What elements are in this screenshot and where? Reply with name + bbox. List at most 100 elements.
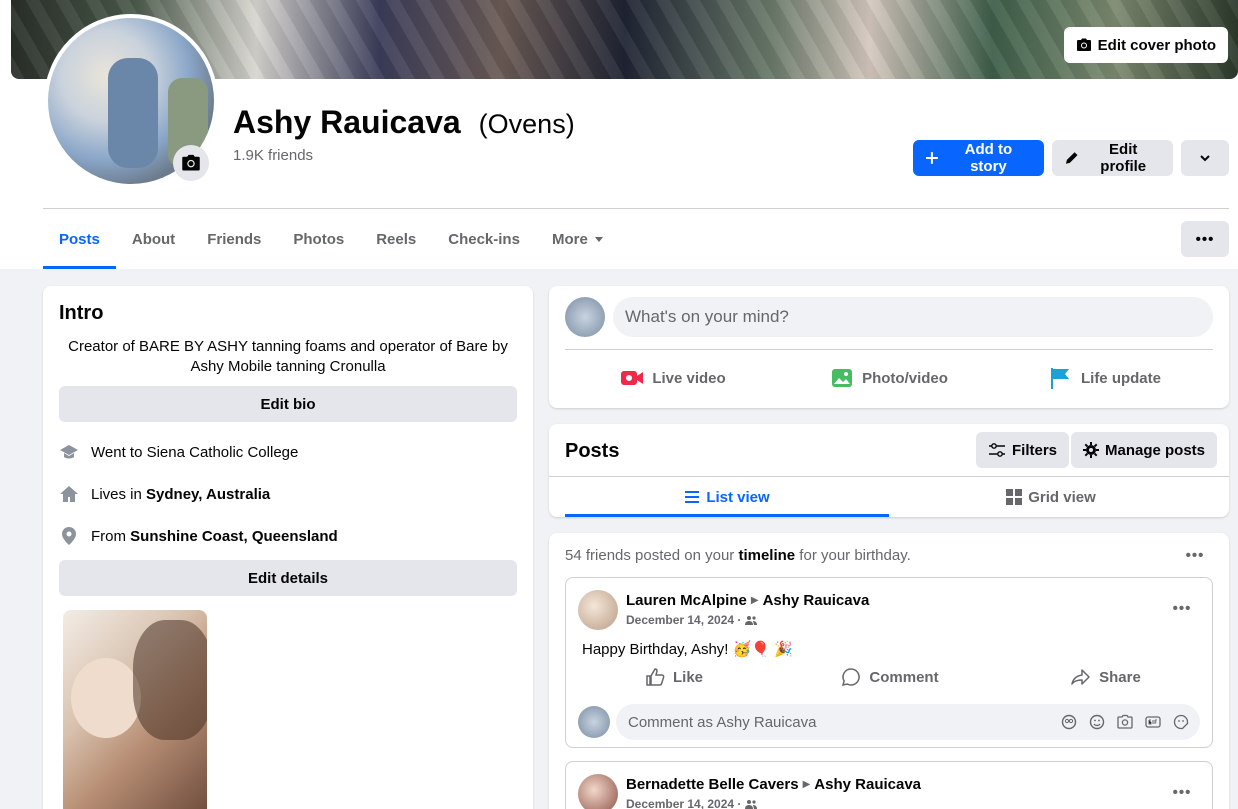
post-date-link[interactable]: December 14, 2024 · xyxy=(626,797,741,809)
grid-icon xyxy=(1006,489,1023,505)
composer-actions: Live video Photo/video Life update xyxy=(565,356,1213,400)
thumbs-up-icon xyxy=(646,668,665,686)
list-view-tab[interactable]: List view xyxy=(565,477,889,517)
intro-detail-lives: Lives in Sydney, Australia xyxy=(59,484,270,504)
tab-about[interactable]: About xyxy=(116,209,191,269)
tab-more[interactable]: More xyxy=(536,209,620,269)
photo-video-button[interactable]: Photo/video xyxy=(781,356,997,400)
posts-header-card: Posts Filters Manage posts List view Gri… xyxy=(549,424,1229,517)
edit-cover-photo-button[interactable]: Edit cover photo xyxy=(1063,27,1228,63)
gear-icon xyxy=(1083,442,1099,458)
share-label: Share xyxy=(1099,668,1141,686)
friends-count-link[interactable]: 1.9K friends xyxy=(233,147,575,164)
edit-details-button[interactable]: Edit details xyxy=(59,560,517,596)
sticker-icon[interactable] xyxy=(1172,713,1190,731)
tab-friends[interactable]: Friends xyxy=(191,209,277,269)
birthday-options-button[interactable]: ••• xyxy=(1179,539,1211,571)
intro-detail-from: From Sunshine Coast, Queensland xyxy=(59,526,338,546)
camera-icon[interactable] xyxy=(1116,713,1134,731)
birthday-posts-card: 54 friends posted on your timeline for y… xyxy=(549,533,1229,809)
tab-check-ins[interactable]: Check-ins xyxy=(432,209,536,269)
profile-name-text: Ashy Rauicava xyxy=(233,104,461,140)
more-dots-icon: ••• xyxy=(1195,230,1215,248)
update-profile-picture-button[interactable] xyxy=(173,145,209,181)
composer-avatar[interactable] xyxy=(565,297,605,337)
filter-sliders-icon xyxy=(989,443,1005,457)
more-dots-icon: ••• xyxy=(1172,783,1192,801)
profile-tabs: Posts About Friends Photos Reels Check-i… xyxy=(43,209,620,269)
edit-profile-label: Edit profile xyxy=(1100,141,1147,175)
arrow-right-icon: ▶ xyxy=(750,595,759,606)
school-text: Went to Siena Catholic College xyxy=(91,443,299,461)
post-author-avatar[interactable] xyxy=(578,774,618,809)
list-view-label: List view xyxy=(706,488,770,506)
post-date-link[interactable]: December 14, 2024 · xyxy=(626,613,741,627)
grid-view-tab[interactable]: Grid view xyxy=(889,477,1213,517)
commenter-avatar[interactable] xyxy=(578,706,610,738)
composer-divider xyxy=(565,349,1213,350)
avatar-sticker-icon[interactable] xyxy=(1060,713,1078,731)
filters-button[interactable]: Filters xyxy=(976,432,1070,468)
intro-title: Intro xyxy=(59,302,104,324)
tab-more-label: More xyxy=(551,230,588,248)
pencil-icon xyxy=(1065,152,1078,164)
edit-cover-label: Edit cover photo xyxy=(1097,36,1216,54)
intro-bio: Creator of BARE BY ASHY tanning foams an… xyxy=(68,338,508,375)
manage-posts-label: Manage posts xyxy=(1105,441,1206,459)
post-target-link[interactable]: Ashy Rauicava xyxy=(814,776,921,793)
profile-header: Edit cover photo Ashy Rauicava (Ovens) 1… xyxy=(0,0,1238,269)
whats-on-your-mind-input[interactable]: What's on your mind? xyxy=(613,297,1213,337)
comment-button[interactable]: Comment xyxy=(782,664,998,690)
edit-bio-button[interactable]: Edit bio xyxy=(59,386,517,422)
from-place-link[interactable]: Sunshine Coast, Queensland xyxy=(130,528,338,545)
lives-place-link[interactable]: Sydney, Australia xyxy=(146,486,270,503)
gif-icon[interactable] xyxy=(1144,713,1162,731)
graduation-cap-icon xyxy=(59,442,79,462)
live-video-label: Live video xyxy=(652,369,726,387)
post-author-link[interactable]: Bernadette Belle Cavers xyxy=(626,776,799,793)
post-actions: Like Comment Share xyxy=(566,664,1214,690)
posts-title: Posts xyxy=(565,440,620,462)
featured-photo[interactable] xyxy=(63,610,207,809)
lives-prefix: Lives in xyxy=(91,485,147,503)
post-composer: What's on your mind? Live video Photo/vi… xyxy=(549,286,1229,408)
post-options-button[interactable]: ••• xyxy=(1166,592,1198,624)
emoji-icon[interactable] xyxy=(1088,713,1106,731)
home-icon xyxy=(59,484,79,504)
post-target-link[interactable]: Ashy Rauicava xyxy=(763,592,870,609)
life-update-button[interactable]: Life update xyxy=(997,356,1213,400)
comment-tools xyxy=(1060,713,1190,731)
post-date: December 14, 2024 · xyxy=(626,797,758,809)
share-button[interactable]: Share xyxy=(998,664,1214,690)
profile-name-block: Ashy Rauicava (Ovens) 1.9K friends xyxy=(233,104,575,164)
intro-detail-school: Went to Siena Catholic College xyxy=(59,442,298,462)
post-author-link[interactable]: Lauren McAlpine xyxy=(626,592,747,609)
photo-video-label: Photo/video xyxy=(862,369,948,387)
post-text: Happy Birthday, Ashy! 🥳🎈 🎉 xyxy=(582,641,793,658)
timeline-link[interactable]: timeline xyxy=(738,547,795,564)
birthday-post: Bernadette Belle Cavers ▶ Ashy Rauicava … xyxy=(565,761,1213,809)
birthday-post: Lauren McAlpine ▶ Ashy Rauicava December… xyxy=(565,577,1213,748)
manage-posts-button[interactable]: Manage posts xyxy=(1071,432,1218,468)
edit-profile-button[interactable]: Edit profile xyxy=(1052,140,1173,176)
arrow-right-icon: ▶ xyxy=(802,779,811,790)
live-video-icon xyxy=(621,371,644,385)
add-to-story-button[interactable]: Add to story xyxy=(913,140,1044,176)
tab-photos[interactable]: Photos xyxy=(277,209,360,269)
camera-icon xyxy=(1076,38,1091,51)
grid-view-label: Grid view xyxy=(1028,488,1096,506)
tab-posts[interactable]: Posts xyxy=(43,209,116,269)
post-author-avatar[interactable] xyxy=(578,590,618,630)
post-options-button[interactable]: ••• xyxy=(1166,776,1198,808)
from-prefix: From xyxy=(91,527,131,545)
live-video-button[interactable]: Live video xyxy=(565,356,781,400)
from-text: From Sunshine Coast, Queensland xyxy=(91,528,338,545)
profile-options-dropdown[interactable] xyxy=(1181,140,1229,176)
more-dots-icon: ••• xyxy=(1185,546,1205,564)
like-button[interactable]: Like xyxy=(566,664,782,690)
post-author-line: Bernadette Belle Cavers ▶ Ashy Rauicava xyxy=(626,776,921,793)
tabs-more-options-button[interactable]: ••• xyxy=(1181,221,1229,257)
tab-reels[interactable]: Reels xyxy=(360,209,432,269)
share-arrow-icon xyxy=(1071,669,1090,685)
birthday-summary: 54 friends posted on your timeline for y… xyxy=(565,547,911,564)
